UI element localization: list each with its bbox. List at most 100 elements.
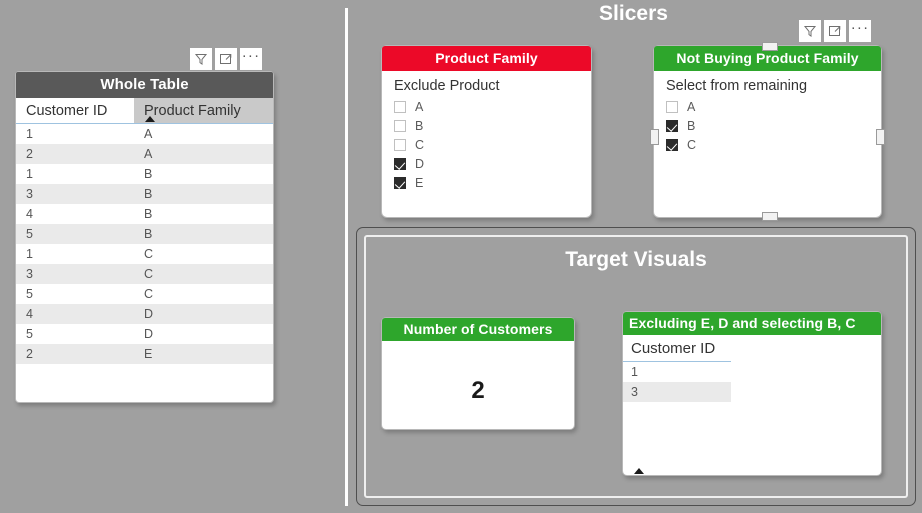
slicer-not-buying-item-label: C — [687, 137, 697, 152]
card-number-of-customers-title: Number of Customers — [382, 318, 574, 341]
resize-handle-bottom[interactable] — [762, 212, 778, 221]
column-header-customer-id[interactable]: Customer ID — [623, 335, 731, 474]
filter-funnel-icon[interactable] — [799, 20, 821, 42]
more-options-icon[interactable]: ··· — [240, 48, 262, 70]
card-number-of-customers[interactable]: Number of Customers 2 — [381, 317, 575, 430]
table-row[interactable]: 1 — [623, 362, 881, 383]
table-row[interactable]: 1A — [16, 124, 273, 145]
resize-handle-right[interactable] — [876, 129, 885, 145]
sort-ascending-icon — [634, 468, 644, 474]
cell-product-family: B — [144, 207, 153, 221]
slicer-product-family[interactable]: Product Family Exclude Product ABCDE — [381, 45, 592, 218]
whole-table-toolbar[interactable]: ··· — [190, 48, 262, 70]
cell-customer-id: 5 — [16, 224, 134, 244]
cell-product-family: D — [144, 327, 154, 341]
slicer-product-family-item-b[interactable]: B — [394, 116, 591, 135]
checkbox-checked-icon[interactable] — [394, 157, 406, 170]
section-divider — [345, 8, 348, 506]
result-table-filler-header — [731, 335, 881, 362]
column-header-customer-id[interactable]: Customer ID — [16, 98, 134, 124]
result-table-visual[interactable]: Excluding E, D and selecting B, C Custom… — [622, 311, 882, 476]
checkbox-unchecked-icon[interactable] — [394, 119, 406, 132]
cell-product-family: C — [144, 247, 154, 261]
table-row[interactable]: 4D — [16, 304, 273, 324]
whole-table-header-row: Customer ID Product Family — [16, 98, 273, 124]
cell-customer-id: 5 — [26, 327, 33, 341]
checkbox-checked-icon[interactable] — [394, 176, 406, 189]
cell-customer-id: 1 — [26, 127, 33, 141]
focus-mode-icon[interactable] — [824, 20, 846, 42]
cell-product-family: C — [134, 264, 273, 284]
table-row[interactable]: 4B — [16, 204, 273, 224]
slicer-not-buying-item-label: B — [687, 118, 696, 133]
cell-product-family: B — [134, 184, 273, 204]
cell-customer-id: 4 — [16, 304, 134, 324]
cell-product-family: B — [134, 224, 273, 244]
more-options-icon[interactable]: ··· — [849, 20, 871, 42]
cell-product-family: B — [144, 167, 153, 181]
whole-table-grid: Customer ID Product Family 1A2A1B3B4B5B1… — [16, 98, 273, 364]
cell-filler — [731, 362, 881, 383]
table-row[interactable]: 3C — [16, 264, 273, 284]
checkbox-unchecked-icon[interactable] — [394, 138, 406, 151]
table-row[interactable]: 5B — [16, 224, 273, 244]
resize-handle-left[interactable] — [650, 129, 659, 145]
slicer-not-buying-item-c[interactable]: C — [666, 135, 881, 154]
cell-customer-id: 1 — [26, 167, 33, 181]
slicer-not-buying-item-label: A — [687, 99, 696, 114]
whole-table-title: Whole Table — [16, 72, 273, 98]
card-number-of-customers-value: 2 — [471, 377, 485, 404]
slicer-product-family-item-d[interactable]: D — [394, 154, 591, 173]
sort-ascending-icon — [145, 116, 155, 122]
slicer-not-buying-product-family[interactable]: Not Buying Product Family Select from re… — [650, 42, 885, 221]
cell-product-family: D — [134, 304, 273, 324]
slicer-not-buying-item-b[interactable]: B — [666, 116, 881, 135]
whole-table-visual[interactable]: Whole Table Customer ID Product Family 1… — [15, 71, 274, 403]
result-table-header-row: Customer ID — [623, 335, 881, 474]
table-row[interactable]: 5C — [16, 284, 273, 304]
table-row[interactable]: 1B — [16, 164, 273, 184]
cell-customer-id: 3 — [623, 382, 731, 402]
table-row[interactable]: 3 — [623, 382, 881, 402]
checkbox-checked-icon[interactable] — [666, 119, 678, 132]
cell-filler — [731, 382, 881, 402]
more-options-dots: ··· — [241, 47, 261, 64]
table-row[interactable]: 3B — [16, 184, 273, 204]
cell-customer-id: 2 — [16, 144, 134, 164]
slicer-not-buying-items[interactable]: ABC — [654, 97, 881, 154]
table-row[interactable]: 2A — [16, 144, 273, 164]
cell-customer-id: 1 — [631, 365, 638, 379]
filter-funnel-icon[interactable] — [190, 48, 212, 70]
table-row[interactable]: 5D — [16, 324, 273, 344]
cell-product-family: C — [144, 287, 154, 301]
target-visuals-heading: Target Visuals — [565, 248, 707, 271]
column-header-customer-id-label: Customer ID — [631, 340, 716, 357]
table-row[interactable]: 2E — [16, 344, 273, 364]
cell-product-family: A — [144, 127, 153, 141]
focus-mode-icon[interactable] — [215, 48, 237, 70]
table-row[interactable]: 1C — [16, 244, 273, 264]
slicer-product-family-item-a[interactable]: A — [394, 97, 591, 116]
slicer-product-family-item-label: D — [415, 156, 425, 171]
slicer-product-family-subtitle: Exclude Product — [394, 78, 500, 94]
checkbox-unchecked-icon[interactable] — [666, 100, 678, 113]
result-table-title: Excluding E, D and selecting B, C — [623, 312, 881, 335]
slicer-product-family-item-e[interactable]: E — [394, 173, 591, 192]
cell-customer-id: 2 — [16, 344, 134, 364]
slicer-product-family-items[interactable]: ABCDE — [382, 97, 591, 192]
checkbox-unchecked-icon[interactable] — [394, 100, 406, 113]
slicer-product-family-item-label: C — [415, 137, 425, 152]
more-options-dots: ··· — [850, 19, 870, 36]
cell-customer-id: 5 — [26, 287, 33, 301]
slicer-product-family-item-label: E — [415, 175, 424, 190]
slicers-toolbar[interactable]: ··· — [799, 20, 871, 42]
column-header-product-family[interactable]: Product Family — [134, 98, 273, 124]
cell-customer-id: 3 — [16, 184, 134, 204]
slicer-product-family-item-c[interactable]: C — [394, 135, 591, 154]
checkbox-checked-icon[interactable] — [666, 138, 678, 151]
slicer-not-buying-item-a[interactable]: A — [666, 97, 881, 116]
column-header-product-family-label: Product Family — [144, 103, 241, 119]
cell-customer-id: 3 — [16, 264, 134, 284]
resize-handle-top[interactable] — [762, 42, 778, 51]
slicer-product-family-title: Product Family — [382, 46, 591, 71]
